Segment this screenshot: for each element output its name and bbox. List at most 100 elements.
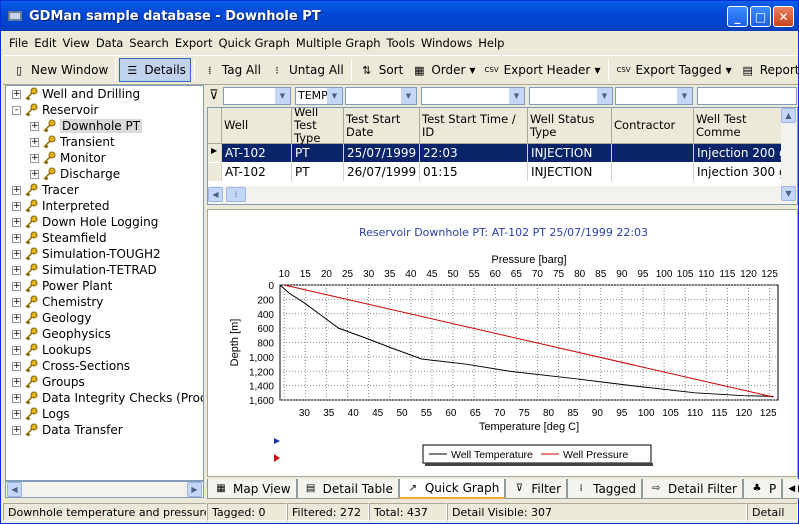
table-cell[interactable]: 25/07/1999 [344, 144, 420, 162]
tab-quick-graph[interactable]: ↗ Quick Graph [398, 479, 506, 499]
tree-item-downhole-pt[interactable]: + Downhole PT [30, 118, 143, 134]
tree-item-geophysics[interactable]: + Geophysics [12, 326, 111, 342]
menu-data[interactable]: Data [96, 36, 123, 50]
tab-scroll-arrows[interactable]: ◀ ▶ [782, 479, 799, 499]
new-window-button[interactable]: ▯ New Window [7, 58, 112, 82]
expand-icon[interactable]: + [12, 185, 21, 195]
table-cell[interactable]: 01:15 [420, 163, 528, 181]
scroll-left-arrow[interactable]: ◀ [7, 482, 22, 497]
scroll-left-arrow[interactable]: ◀ [208, 187, 223, 202]
tab-detail-table[interactable]: ▤ Detail Table [296, 479, 399, 499]
column-header[interactable]: Well [222, 108, 292, 144]
expand-icon[interactable]: + [30, 169, 39, 179]
tree-item-logs[interactable]: + Logs [12, 406, 70, 422]
export-tagged-button[interactable]: CSV Export Tagged ▼ [612, 58, 736, 82]
tree-item-simulation-tetrad[interactable]: + Simulation-TETRAD [12, 262, 157, 278]
tree-item-chemistry[interactable]: + Chemistry [12, 294, 103, 310]
expand-icon[interactable]: + [12, 361, 21, 371]
details-button[interactable]: ☰ Details [119, 58, 191, 82]
scroll-right-arrow[interactable]: ▶ [187, 482, 202, 497]
scroll-down-arrow[interactable]: ▼ [781, 186, 796, 201]
report-button[interactable]: ▤ Report [736, 58, 799, 82]
table-cell[interactable] [612, 163, 694, 181]
tree-item-simulation-tough2[interactable]: + Simulation-TOUGH2 [12, 246, 161, 262]
menu-edit[interactable]: Edit [34, 36, 56, 50]
tag-all-button[interactable]: ⁞ Tag All [198, 58, 265, 82]
menu-search[interactable]: Search [129, 36, 169, 50]
expand-icon[interactable]: + [12, 89, 21, 99]
tree-item-steamfield[interactable]: + Steamfield [12, 230, 107, 246]
tree-item-reservoir[interactable]: - Reservoir [12, 102, 98, 118]
table-cell[interactable]: 22:03 [420, 144, 528, 162]
tree-item-power-plant[interactable]: + Power Plant [12, 278, 112, 294]
row-selector[interactable] [208, 163, 222, 181]
menu-tools[interactable]: Tools [387, 36, 415, 50]
tree-item-cross-sections[interactable]: + Cross-Sections [12, 358, 130, 374]
tree-item-discharge[interactable]: + Discharge [30, 166, 120, 182]
row-selector[interactable]: ▶ [208, 144, 222, 162]
expand-icon[interactable]: + [30, 137, 39, 147]
scroll-up-arrow[interactable]: ▲ [781, 108, 796, 123]
sort-button[interactable]: ⇅ Sort [355, 58, 408, 82]
tab-p[interactable]: ♣ P [742, 479, 783, 499]
table-cell[interactable]: Injection 300 g [694, 163, 794, 181]
table-cell[interactable]: INJECTION [528, 163, 612, 181]
close-button[interactable]: ✕ [773, 6, 794, 27]
expand-icon[interactable]: + [12, 425, 21, 435]
collapse-icon[interactable]: - [12, 105, 21, 115]
tab-tagged[interactable]: ⁞ Tagged [567, 479, 643, 499]
table-cell[interactable] [612, 144, 694, 162]
tree-item-tracer[interactable]: + Tracer [12, 182, 79, 198]
expand-icon[interactable]: + [12, 329, 21, 339]
tree-item-geology[interactable]: + Geology [12, 310, 91, 326]
filter-well-status[interactable]: ▼ [529, 87, 613, 105]
tree-item-lookups[interactable]: + Lookups [12, 342, 91, 358]
expand-icon[interactable]: + [12, 249, 21, 259]
menu-export[interactable]: Export [175, 36, 213, 50]
filter-test-start-date[interactable]: ▼ [345, 87, 417, 105]
filter-comment[interactable] [697, 87, 797, 105]
table-cell[interactable]: INJECTION [528, 144, 612, 162]
category-tree[interactable]: + Well and Drilling - Reservoir + Downhole PT… [5, 85, 204, 481]
tree-item-groups[interactable]: + Groups [12, 374, 85, 390]
expand-icon[interactable]: + [12, 409, 21, 419]
expand-icon[interactable]: + [12, 297, 21, 307]
maximize-button[interactable]: □ [750, 6, 771, 27]
expand-icon[interactable]: + [12, 313, 21, 323]
table-cell[interactable]: AT-102 [222, 163, 292, 181]
tab-filter[interactable]: ⊽ Filter [505, 479, 568, 499]
untag-all-button[interactable]: ⁝ Untag All [265, 58, 348, 82]
column-header[interactable]: Well Status Type [528, 108, 612, 144]
menu-multiple-graph[interactable]: Multiple Graph [296, 36, 381, 50]
table-cell[interactable]: Injection 200 g [694, 144, 794, 162]
menu-view[interactable]: View [63, 36, 90, 50]
filter-well[interactable]: ▼ [223, 87, 291, 105]
tree-item-well-and-drilling[interactable]: + Well and Drilling [12, 86, 140, 102]
column-header[interactable]: Contractor [612, 108, 694, 144]
expand-icon[interactable]: + [12, 393, 21, 403]
expand-icon[interactable]: + [12, 233, 21, 243]
filter-well-test-type[interactable]: TEMP ▼ [295, 87, 343, 105]
column-header[interactable]: Test Start Time / ID [420, 108, 528, 144]
tree-horizontal-scrollbar[interactable]: ◀ ▶ [5, 481, 204, 498]
tab-map-view[interactable]: ▦ Map View [207, 479, 297, 499]
minimize-button[interactable]: _ [727, 6, 748, 27]
tree-item-down-hole-logging[interactable]: + Down Hole Logging [12, 214, 158, 230]
tab-detail-filter[interactable]: ⇨ Detail Filter [642, 479, 743, 499]
order-button[interactable]: ▦ Order ▼ [407, 58, 479, 82]
grid-horizontal-scrollbar[interactable]: ◀ ⁞ [208, 186, 783, 204]
expand-icon[interactable]: + [12, 217, 21, 227]
menu-help[interactable]: Help [478, 36, 504, 50]
filter-test-start-time[interactable]: ▼ [421, 87, 525, 105]
expand-icon[interactable]: + [30, 121, 39, 131]
table-cell[interactable]: 26/07/1999 [344, 163, 420, 181]
tree-item-transient[interactable]: + Transient [30, 134, 115, 150]
table-cell[interactable]: PT [292, 144, 344, 162]
menu-quick-graph[interactable]: Quick Graph [218, 36, 289, 50]
tree-item-data-integrity-checks-proce[interactable]: + Data Integrity Checks (Proce [12, 390, 203, 406]
title-bar[interactable]: GDMan sample database - Downhole PT _ □ … [1, 1, 798, 31]
grid-vertical-scrollbar[interactable]: ▲ ▼ [781, 108, 797, 204]
scroll-thumb[interactable]: ⁞ [226, 187, 246, 202]
expand-icon[interactable]: + [12, 201, 21, 211]
expand-icon[interactable]: + [12, 377, 21, 387]
